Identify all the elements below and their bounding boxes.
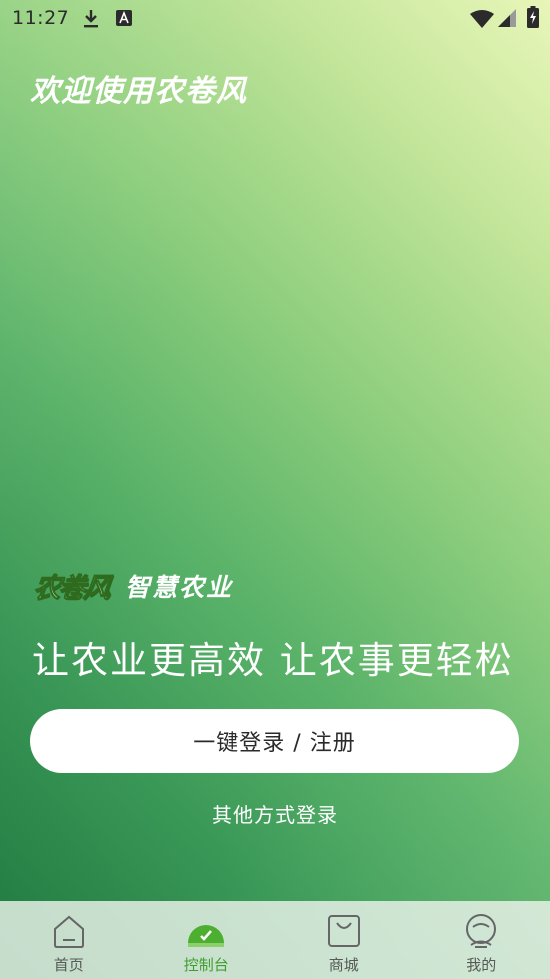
nav-item-mall[interactable]: 商城 — [275, 901, 413, 979]
slogan: 让农业更高效 让农事更轻松 — [32, 639, 514, 682]
shopping-bag-icon — [327, 915, 360, 947]
wifi-icon — [470, 10, 494, 28]
nav-label-profile: 我的 — [466, 956, 497, 974]
welcome-title: 欢迎使用农卷风 — [30, 74, 247, 109]
profile-icon — [466, 914, 497, 948]
home-icon — [53, 915, 84, 948]
brand-tagline: 智慧农业 — [125, 572, 234, 602]
app-notification-icon — [116, 10, 132, 26]
nav-item-dashboard[interactable]: 控制台 — [138, 901, 276, 979]
status-bar: 11:27 — [0, 0, 550, 36]
other-login-methods-link[interactable]: 其他方式登录 — [0, 799, 550, 828]
battery-charging-icon — [527, 6, 539, 28]
download-icon — [84, 10, 98, 28]
nav-label-mall: 商城 — [328, 956, 359, 974]
dashboard-gauge-icon — [188, 925, 225, 947]
status-time: 11:27 — [12, 7, 70, 29]
bottom-nav: 首页 控制台 商城 我的 — [0, 901, 550, 979]
nav-label-home: 首页 — [53, 956, 84, 974]
nav-item-home[interactable]: 首页 — [0, 901, 138, 979]
one-click-login-button[interactable]: 一键登录 / 注册 — [30, 709, 519, 773]
login-screen: 11:27 欢迎使用农卷风 农卷风 智慧农业 让农业更高效 让农事更轻松 一键登… — [0, 0, 550, 979]
brand-logo: 农卷风 — [32, 573, 111, 605]
background-pattern — [0, 0, 550, 979]
signal-icon — [498, 9, 516, 27]
brand-row: 农卷风 智慧农业 — [32, 566, 234, 605]
nav-label-dashboard: 控制台 — [183, 956, 229, 974]
nav-item-profile[interactable]: 我的 — [413, 901, 550, 979]
